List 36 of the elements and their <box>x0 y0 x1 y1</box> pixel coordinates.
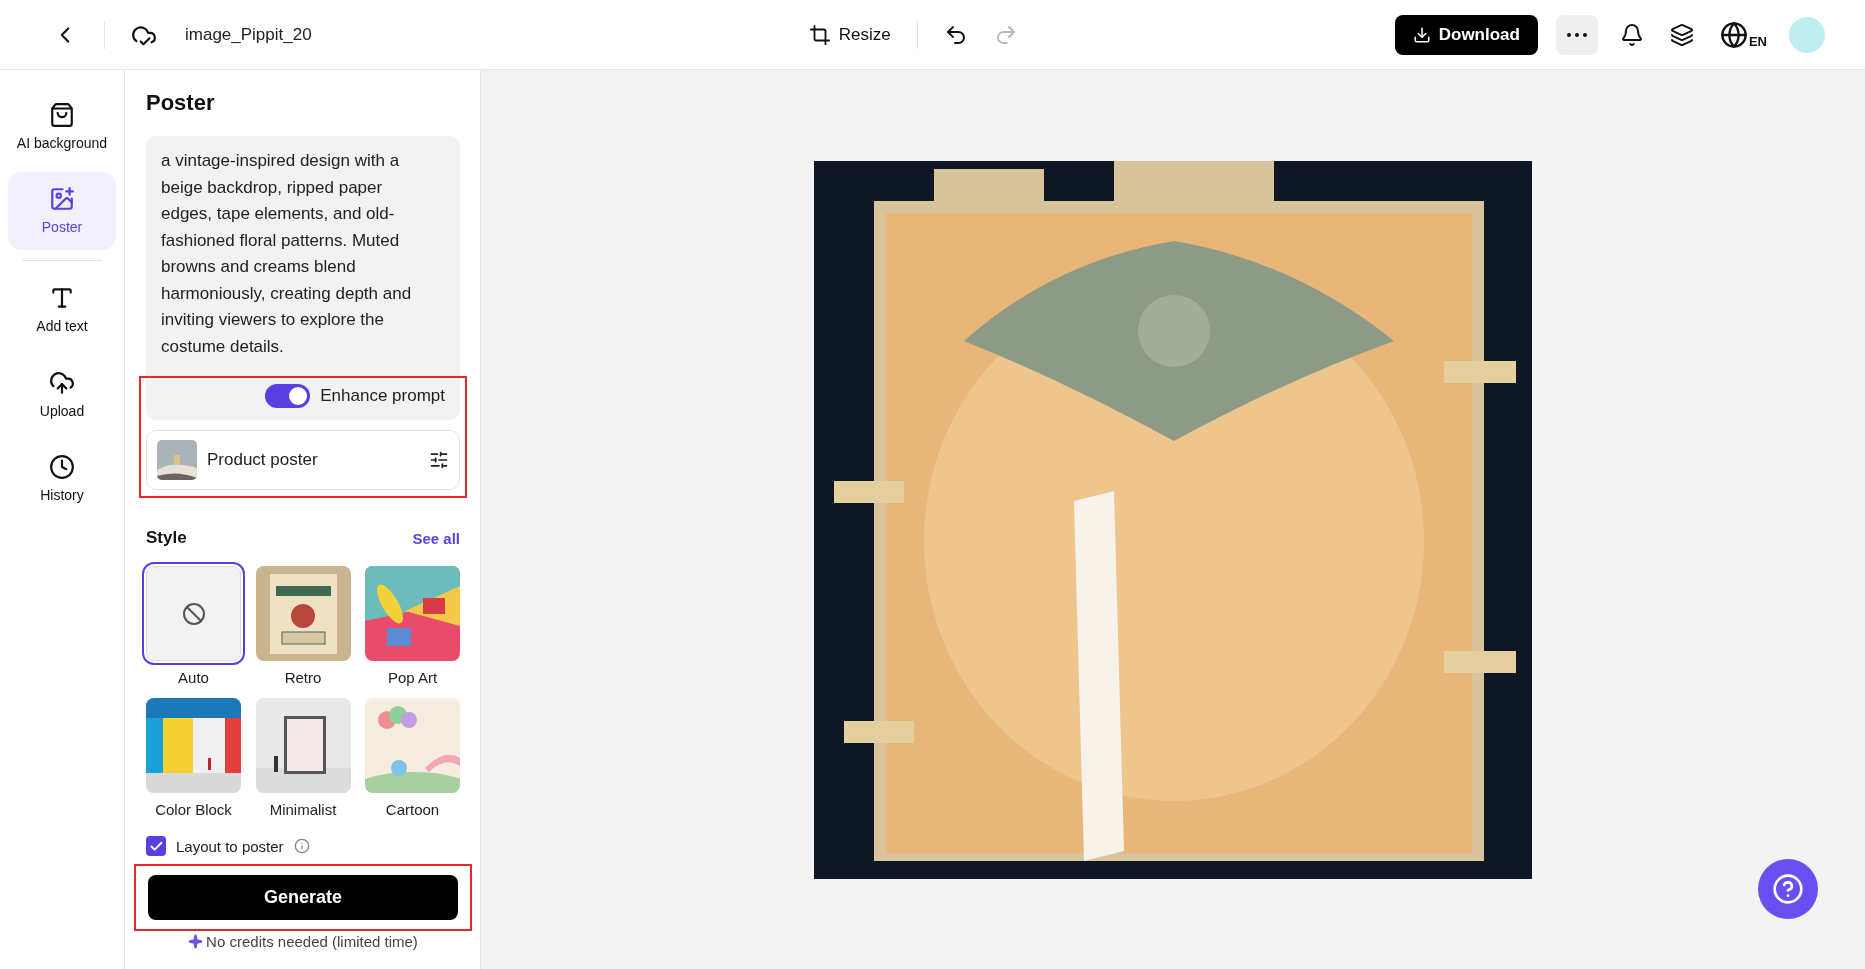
none-icon <box>181 601 206 626</box>
resize-button[interactable]: Resize <box>804 19 895 50</box>
checkbox[interactable] <box>146 836 166 856</box>
bag-icon <box>49 102 75 128</box>
download-icon <box>1412 25 1431 44</box>
sparkle-icon <box>188 934 204 949</box>
see-all-link[interactable]: See all <box>412 529 460 547</box>
help-icon <box>1772 873 1804 905</box>
download-button[interactable]: Download <box>1394 14 1538 55</box>
sidebar-item[interactable]: Add text <box>8 271 116 350</box>
info-icon[interactable] <box>293 838 310 854</box>
sidebar-item[interactable]: History <box>8 439 116 518</box>
language-button[interactable]: EN <box>1715 16 1771 53</box>
template-selector[interactable]: Product poster <box>146 430 460 490</box>
globe-icon <box>1719 20 1748 49</box>
sidebar-item[interactable]: AI background <box>8 88 116 167</box>
upload-icon <box>49 369 75 396</box>
generate-button[interactable]: Generate <box>148 875 458 920</box>
checkbox-label: Layout to poster <box>176 837 284 855</box>
crop-icon <box>808 23 831 46</box>
enhance-switch[interactable] <box>265 384 311 408</box>
sidebar-item[interactable]: Poster <box>8 172 116 251</box>
prompt-field[interactable]: a vintage-inspired design with a beige backdrop, ripped paper edges, tape elements, and old-fashioned floral patterns. Muted browns and creams blend harmoniously, creating depth and inviting viewers to explore the costume details. <box>146 136 460 376</box>
credits-note: No credits needed (limited time) <box>206 933 418 950</box>
help-button[interactable] <box>1758 859 1818 919</box>
history-icon <box>49 453 75 480</box>
language-code: EN <box>1748 33 1767 49</box>
image-sparkle-icon <box>49 186 75 213</box>
more-button[interactable] <box>1555 14 1598 55</box>
file-name: image_Pippit_20 <box>185 24 312 45</box>
settings-icon[interactable] <box>429 450 449 470</box>
more-icon <box>1566 32 1587 37</box>
section-heading: Style <box>146 528 187 548</box>
switch-label: Enhance prompt <box>320 386 445 406</box>
sidebar-item[interactable]: Upload <box>8 355 116 434</box>
panel-title: Poster <box>146 90 216 116</box>
